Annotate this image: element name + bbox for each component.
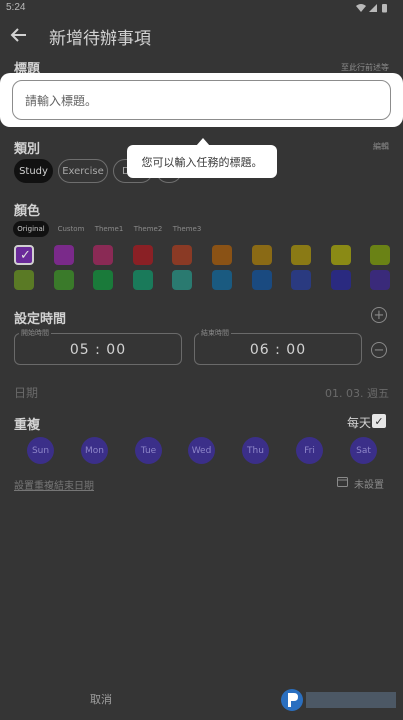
- battery-icon: [382, 4, 387, 13]
- repeat-label: 重複: [14, 418, 41, 433]
- add-time-icon[interactable]: +: [371, 307, 387, 323]
- status-icons: [356, 4, 387, 13]
- back-arrow-icon[interactable]: [10, 27, 28, 43]
- theme-tab-theme2[interactable]: Theme2: [131, 221, 165, 237]
- watermark-logo: [281, 689, 396, 711]
- theme-tab-original[interactable]: Original: [13, 221, 49, 237]
- day-mon[interactable]: Mon: [81, 437, 108, 464]
- color-swatch[interactable]: [251, 245, 272, 265]
- day-tue[interactable]: Tue: [135, 437, 162, 464]
- color-swatch[interactable]: [93, 245, 114, 265]
- color-swatch[interactable]: [172, 245, 193, 265]
- day-sun[interactable]: Sun: [27, 437, 54, 464]
- category-edit-button[interactable]: 編輯: [373, 141, 389, 152]
- category-chip-study[interactable]: Study: [14, 159, 53, 183]
- title-input[interactable]: 請輸入標題。: [12, 80, 391, 120]
- color-swatch[interactable]: [132, 270, 153, 290]
- end-time-field[interactable]: 結束時間 06 : 00: [194, 328, 362, 365]
- date-value[interactable]: 01. 03. 週五: [325, 385, 389, 401]
- color-swatch[interactable]: [132, 245, 153, 265]
- time-label: 設定時間: [14, 312, 67, 327]
- color-swatch[interactable]: ✓: [14, 245, 34, 265]
- wifi-icon: [356, 4, 366, 12]
- calendar-icon: [337, 477, 348, 487]
- end-time-caption: 結束時間: [199, 328, 231, 338]
- day-thu[interactable]: Thu: [242, 437, 269, 464]
- start-time-caption: 開始時間: [19, 328, 51, 338]
- everyday-checkbox[interactable]: ✓: [372, 414, 386, 428]
- color-swatch[interactable]: [53, 245, 74, 265]
- theme-tab-custom[interactable]: Custom: [54, 221, 88, 237]
- category-chip-exercise[interactable]: Exercise: [58, 159, 108, 183]
- color-label: 顏色: [14, 204, 41, 219]
- category-label: 類別: [14, 142, 41, 157]
- theme-tab-theme1[interactable]: Theme1: [92, 221, 126, 237]
- color-swatch[interactable]: [212, 270, 232, 290]
- repeat-end-date-label[interactable]: 設置重複結束日期: [14, 477, 94, 492]
- signal-icon: [369, 4, 377, 12]
- start-time-field[interactable]: 開始時間 05 : 00: [14, 328, 182, 365]
- color-swatch[interactable]: [172, 270, 193, 290]
- color-swatch[interactable]: [330, 245, 351, 265]
- color-swatch[interactable]: [53, 270, 74, 290]
- start-time-value: 05 : 00: [69, 342, 127, 358]
- day-wed[interactable]: Wed: [188, 437, 215, 464]
- title-input-placeholder: 請輸入標題。: [25, 93, 98, 108]
- color-swatch[interactable]: [330, 270, 351, 290]
- color-swatch[interactable]: [212, 245, 232, 265]
- remove-time-icon[interactable]: −: [371, 342, 387, 358]
- color-swatch[interactable]: [370, 270, 391, 290]
- selected-check-icon: ✓: [20, 248, 31, 263]
- color-swatch[interactable]: [251, 270, 272, 290]
- color-swatch[interactable]: [291, 245, 312, 265]
- theme-tab-theme3[interactable]: Theme3: [170, 221, 204, 237]
- everyday-label: 每天: [347, 416, 372, 430]
- color-swatch[interactable]: [291, 270, 312, 290]
- color-swatch[interactable]: [93, 270, 114, 290]
- status-time: 5:24: [6, 2, 26, 13]
- end-time-value: 06 : 00: [249, 342, 307, 358]
- tooltip: 您可以輸入任務的標題。: [127, 145, 277, 178]
- day-sat[interactable]: Sat: [350, 437, 377, 464]
- color-swatch[interactable]: [14, 270, 34, 290]
- repeat-end-date-value[interactable]: 未設置: [354, 476, 384, 491]
- cancel-button[interactable]: 取消: [90, 691, 112, 707]
- page-title: 新增待辦事項: [49, 29, 151, 49]
- color-swatch[interactable]: [370, 245, 391, 265]
- date-label: 日期: [14, 386, 39, 400]
- title-hint-right: 至此行前述等: [341, 63, 389, 72]
- day-fri[interactable]: Fri: [296, 437, 323, 464]
